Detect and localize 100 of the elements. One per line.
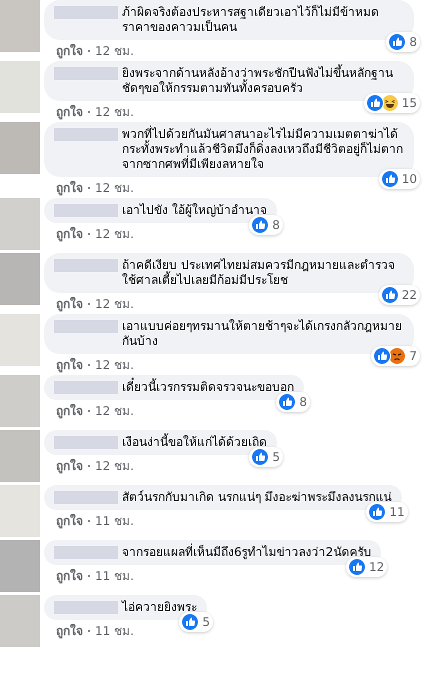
thumbs-up-icon <box>366 94 384 112</box>
redaction-bar <box>54 546 118 559</box>
comment-text: เอาไปขัง ใอ้ผู้ใหญ่บ้าอำนาจ <box>122 203 267 218</box>
like-link[interactable]: ถูกใจ <box>56 297 83 311</box>
like-link[interactable]: ถูกใจ <box>56 181 83 195</box>
thumbs-up-icon <box>373 347 392 365</box>
reaction-count: 11 <box>389 504 405 520</box>
like-link[interactable]: ถูกใจ <box>56 569 83 583</box>
comment-time[interactable]: 12 ชม. <box>95 227 134 241</box>
reaction-badge[interactable]: 8 <box>249 215 283 235</box>
thumbs-up-icon <box>278 393 296 411</box>
avatar[interactable] <box>0 595 40 647</box>
reaction-count: 12 <box>369 560 384 574</box>
avatar[interactable] <box>0 485 40 537</box>
comment-text: เงือนง่านี้ขอให้แก่ได้ด้วยเถิด <box>122 435 267 450</box>
thumbs-up-icon <box>348 558 366 576</box>
like-link[interactable]: ถูกใจ <box>56 358 83 372</box>
redaction-bar <box>54 259 118 272</box>
thumbs-up-icon <box>388 33 406 51</box>
reaction-count: 8 <box>409 34 417 50</box>
like-link[interactable]: ถูกใจ <box>56 105 83 119</box>
reaction-count: 8 <box>299 394 307 410</box>
separator-dot <box>88 520 90 522</box>
reaction-badge[interactable]: 10 <box>378 169 420 189</box>
comment-text: ถ้าคดีเงียบ ประเทศไทยม่สมควรมีกฎหมายและตำรวจ ใช้ศาลเตี้ยไปเลยมีก้อม่มีประโยช <box>122 258 396 288</box>
comment-time[interactable]: 11 ชม. <box>95 514 134 528</box>
redaction-bar <box>54 491 118 504</box>
avatar[interactable] <box>0 375 40 427</box>
like-link[interactable]: ถูกใจ <box>56 624 83 638</box>
reaction-badge[interactable]: 15 <box>364 93 420 113</box>
comment-text: ภ้าผิดจริงต้องประหารสฐาเดียวเอาไว้ก็ไม่มีข้าหมดราคาของคาวมเป็นคน <box>122 5 380 35</box>
redaction-bar <box>54 128 118 141</box>
reaction-badge[interactable]: 22 <box>378 285 420 305</box>
reaction-badge[interactable]: 8 <box>386 32 420 52</box>
redaction-bar <box>54 436 118 449</box>
separator-dot <box>88 303 90 305</box>
reaction-count: 7 <box>409 348 417 364</box>
avatar[interactable] <box>0 61 40 113</box>
separator-dot <box>88 50 90 52</box>
comment-text: จากรอยแผลที่เห็นมีถึง6รูทำไมข่าวลงว่า2นัดครับ <box>122 545 372 560</box>
reaction-count: 15 <box>402 96 417 110</box>
reaction-badge[interactable]: 12 <box>346 557 388 577</box>
separator-dot <box>88 410 90 412</box>
avatar[interactable] <box>0 0 40 52</box>
reaction-count: 8 <box>272 218 280 232</box>
comment-time[interactable]: 12 ชม. <box>95 358 134 372</box>
comment-text: ไอ่ควายยิงพระ <box>122 600 197 615</box>
avatar[interactable] <box>0 540 40 592</box>
like-link[interactable]: ถูกใจ <box>56 227 83 241</box>
like-link[interactable]: ถูกใจ <box>56 404 83 418</box>
avatar[interactable] <box>0 314 40 366</box>
redaction-bar <box>54 381 118 394</box>
comment-time[interactable]: 11 ชม. <box>95 569 134 583</box>
comment-time[interactable]: 12 ชม. <box>95 44 134 58</box>
comment-time[interactable]: 12 ชม. <box>95 459 134 473</box>
reaction-badge[interactable]: 11 <box>366 502 408 522</box>
laughing-emoji-icon <box>380 94 399 112</box>
thumbs-up-icon <box>251 216 270 234</box>
reaction-badge[interactable]: 5 <box>249 447 283 467</box>
comment-text: พวกที่ไปด้วยกันมันศาสนาอะไรไม่มีความเมตตาฆ่าได้กระทั้งพระทำแล้วชีวิตมึงก็ดิ่งลงเหวถึงมีชีวิตอยู่ก็ไม่ตากจากซากศพที่มีเพียงลหายใจ <box>122 127 404 172</box>
redaction-bar <box>54 67 118 80</box>
avatar[interactable] <box>0 430 40 482</box>
reaction-badge[interactable]: 7 <box>371 346 420 366</box>
reaction-count: 10 <box>402 172 417 186</box>
like-link[interactable]: ถูกใจ <box>56 459 83 473</box>
angry-emoji-icon <box>388 347 406 365</box>
comment-text: ยิงพระจากด้านหลังอ้างว่าพระชักปืนฟังไม่ขึ้นหลักฐานชัดๆขอให้กรรมตามทันทั้งครอบครัว <box>122 66 394 96</box>
comment-time[interactable]: 12 ชม. <box>95 181 134 195</box>
reaction-count: 22 <box>402 288 417 302</box>
redaction-bar <box>54 320 118 333</box>
reaction-badge[interactable]: 5 <box>179 612 213 632</box>
avatar[interactable] <box>0 253 40 305</box>
separator-dot <box>88 575 90 577</box>
comment-time[interactable]: 12 ชม. <box>95 105 134 119</box>
comment-time[interactable]: 12 ชม. <box>95 297 134 311</box>
separator-dot <box>88 233 90 235</box>
separator-dot <box>88 187 90 189</box>
thumbs-up-icon <box>368 503 386 521</box>
avatar[interactable] <box>0 198 40 250</box>
thumbs-up-icon <box>380 170 399 188</box>
separator-dot <box>88 111 90 113</box>
reaction-badge[interactable]: 8 <box>276 392 310 412</box>
comment-text: สัตว์นรกกับมาเกิด นรกแน่ๆ มึงอะฆ่าพระมึงลงนรกแน่ <box>122 490 392 505</box>
separator-dot <box>88 364 90 366</box>
separator-dot <box>88 630 90 632</box>
comment-text: เดี๋ยวนี้เวรกรรมติดจรวจนะขอบอก <box>122 380 294 395</box>
thumbs-up-icon <box>380 286 399 304</box>
avatar[interactable] <box>0 122 40 174</box>
thumbs-up-icon <box>251 448 270 466</box>
thumbs-up-icon <box>181 613 200 631</box>
like-link[interactable]: ถูกใจ <box>56 44 83 58</box>
comment-text: เอาแบบค่อยๆทรมานให้ตายช้าๆจะได้เกรงกลัวกฎหมายกันบ้าง <box>122 319 403 349</box>
redaction-bar <box>54 204 118 217</box>
redaction-bar <box>54 601 118 614</box>
like-link[interactable]: ถูกใจ <box>56 514 83 528</box>
separator-dot <box>88 465 90 467</box>
comment-time[interactable]: 11 ชม. <box>95 624 134 638</box>
reaction-count: 5 <box>272 450 280 464</box>
reaction-count: 5 <box>202 614 210 630</box>
comment-time[interactable]: 12 ชม. <box>95 404 134 418</box>
